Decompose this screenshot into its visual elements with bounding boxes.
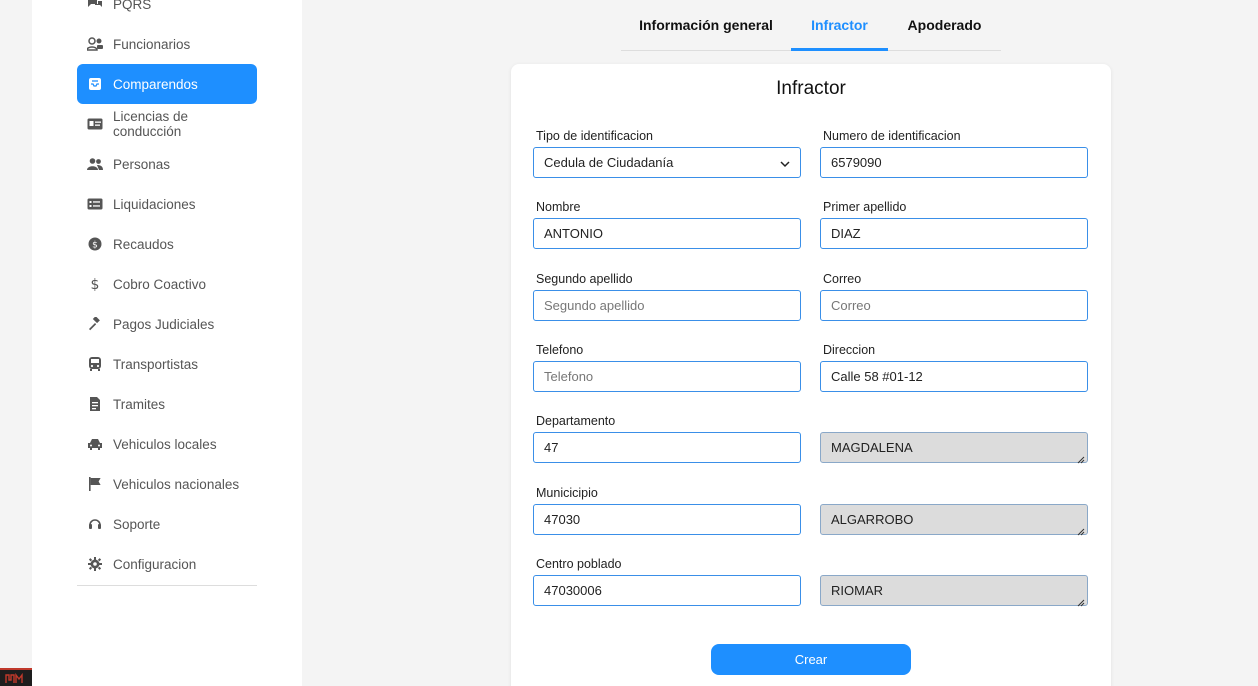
sidebar-item-vehiculos-nacionales[interactable]: Vehiculos nacionales: [77, 464, 257, 504]
svg-text:$: $: [92, 241, 98, 251]
sidebar-item-label: Recaudos: [113, 236, 174, 252]
sidebar-item-label: Configuracion: [113, 556, 197, 572]
sidebar-item-label: Soporte: [113, 516, 161, 532]
taskbar-app-icon[interactable]: [0, 668, 32, 686]
numero-identificacion-label: Numero de identificacion: [823, 129, 961, 143]
sidebar-item-personas[interactable]: Personas: [77, 144, 257, 184]
sidebar-item-label: Cobro Coactivo: [113, 276, 207, 292]
tab-infractor[interactable]: Infractor: [791, 0, 888, 51]
departamento-name-value: MAGDALENA: [831, 440, 913, 455]
sidebar-item-pagos-judiciales[interactable]: Pagos Judiciales: [77, 304, 257, 344]
users-icon: [87, 36, 103, 52]
headset-icon: [87, 516, 103, 532]
sidebar-item-label: Vehiculos nacionales: [113, 476, 240, 492]
document-icon: [87, 396, 103, 412]
sidebar-item-licencias[interactable]: Licencias de conducción: [77, 104, 257, 144]
correo-label: Correo: [823, 272, 862, 286]
correo-input[interactable]: Correo: [820, 290, 1088, 321]
sidebar-item-pqrs[interactable]: PQRS: [77, 0, 257, 24]
tipo-identificacion-select[interactable]: Cedula de Ciudadanía: [533, 147, 801, 178]
centro-poblado-input[interactable]: 47030006: [533, 575, 801, 606]
tipo-identificacion-label: Tipo de identificacion: [536, 129, 653, 143]
sidebar-item-label: Transportistas: [113, 356, 199, 372]
municipio-label: Municicipio: [536, 486, 598, 500]
gear-icon: [87, 556, 103, 572]
sidebar-item-label: Tramites: [113, 396, 166, 412]
segundo-apellido-label: Segundo apellido: [536, 272, 633, 286]
money-icon: $: [87, 236, 103, 252]
sidebar-item-label: PQRS: [113, 0, 152, 12]
inbox-icon: [87, 76, 103, 92]
sidebar-item-label: Vehiculos locales: [113, 436, 217, 452]
sidebar-item-cobro-coactivo[interactable]: $ Cobro Coactivo: [77, 264, 257, 304]
sidebar-item-soporte[interactable]: Soporte: [77, 504, 257, 544]
centro-poblado-name-field: RIOMAR: [820, 575, 1088, 607]
sidebar-item-transportistas[interactable]: Transportistas: [77, 344, 257, 384]
telefono-label: Telefono: [536, 343, 584, 357]
sidebar-item-vehiculos-locales[interactable]: Vehiculos locales: [77, 424, 257, 464]
telefono-input[interactable]: Telefono: [533, 361, 801, 392]
tab-informacion-general[interactable]: Información general: [621, 0, 791, 50]
infractor-form-card: Infractor Tipo de identificacion Cedula …: [511, 64, 1111, 686]
sidebar-item-recaudos[interactable]: $ Recaudos: [77, 224, 257, 264]
municipio-name-field: ALGARROBO: [820, 504, 1088, 536]
nombre-input[interactable]: ANTONIO: [533, 218, 801, 249]
form-title: Infractor: [776, 78, 846, 99]
primer-apellido-label: Primer apellido: [823, 200, 907, 214]
direccion-label: Direccion: [823, 343, 876, 357]
crear-button[interactable]: Crear: [711, 644, 911, 675]
sidebar-item-tramites[interactable]: Tramites: [77, 384, 257, 424]
sidebar-item-funcionarios[interactable]: Funcionarios: [77, 24, 257, 64]
nombre-label: Nombre: [536, 200, 581, 214]
resize-grip-icon[interactable]: [1077, 595, 1085, 607]
id-card-icon: [87, 116, 103, 132]
segundo-apellido-input[interactable]: Segundo apellido: [533, 290, 801, 321]
sidebar-item-liquidaciones[interactable]: Liquidaciones: [77, 184, 257, 224]
centro-poblado-label: Centro poblado: [536, 557, 622, 571]
numero-identificacion-input[interactable]: 6579090: [820, 147, 1088, 178]
sidebar-item-label: Pagos Judiciales: [113, 316, 215, 332]
sidebar-item-comparendos[interactable]: Comparendos: [77, 64, 257, 104]
departamento-input[interactable]: 47: [533, 432, 801, 463]
resize-grip-icon[interactable]: [1077, 452, 1085, 464]
car-icon: [87, 436, 103, 452]
chevron-down-icon: [780, 157, 790, 172]
sidebar-nav: PQRS Funcionarios Comparendos Licencias …: [77, 0, 257, 584]
dollar-icon: $: [87, 276, 103, 292]
sidebar-divider: [77, 585, 257, 586]
sidebar-item-label: Licencias de conducción: [113, 109, 189, 139]
sidebar-item-configuracion[interactable]: Configuracion: [77, 544, 257, 584]
form-tabs: Información general Infractor Apoderado: [621, 0, 1001, 51]
tipo-identificacion-value: Cedula de Ciudadanía: [544, 155, 674, 170]
municipio-name-value: ALGARROBO: [831, 512, 914, 527]
primer-apellido-input[interactable]: DIAZ: [820, 218, 1088, 249]
municipio-input[interactable]: 47030: [533, 504, 801, 535]
sidebar-item-label: Liquidaciones: [113, 196, 196, 212]
resize-grip-icon[interactable]: [1077, 524, 1085, 536]
direccion-input[interactable]: Calle 58 #01-12: [820, 361, 1088, 392]
sidebar: PQRS Funcionarios Comparendos Licencias …: [32, 0, 302, 686]
tab-apoderado[interactable]: Apoderado: [888, 0, 1001, 50]
people-icon: [87, 156, 103, 172]
gavel-icon: [87, 316, 103, 332]
departamento-label: Departamento: [536, 414, 616, 428]
sidebar-item-label: Funcionarios: [113, 36, 191, 52]
sidebar-item-label: Comparendos: [113, 76, 198, 92]
departamento-name-field: MAGDALENA: [820, 432, 1088, 464]
centro-poblado-name-value: RIOMAR: [831, 583, 883, 598]
chat-icon: [87, 0, 103, 12]
bus-icon: [87, 356, 103, 372]
list-card-icon: [87, 196, 103, 212]
svg-text:$: $: [91, 277, 100, 292]
sidebar-item-label: Personas: [113, 156, 171, 172]
flag-icon: [87, 476, 103, 492]
